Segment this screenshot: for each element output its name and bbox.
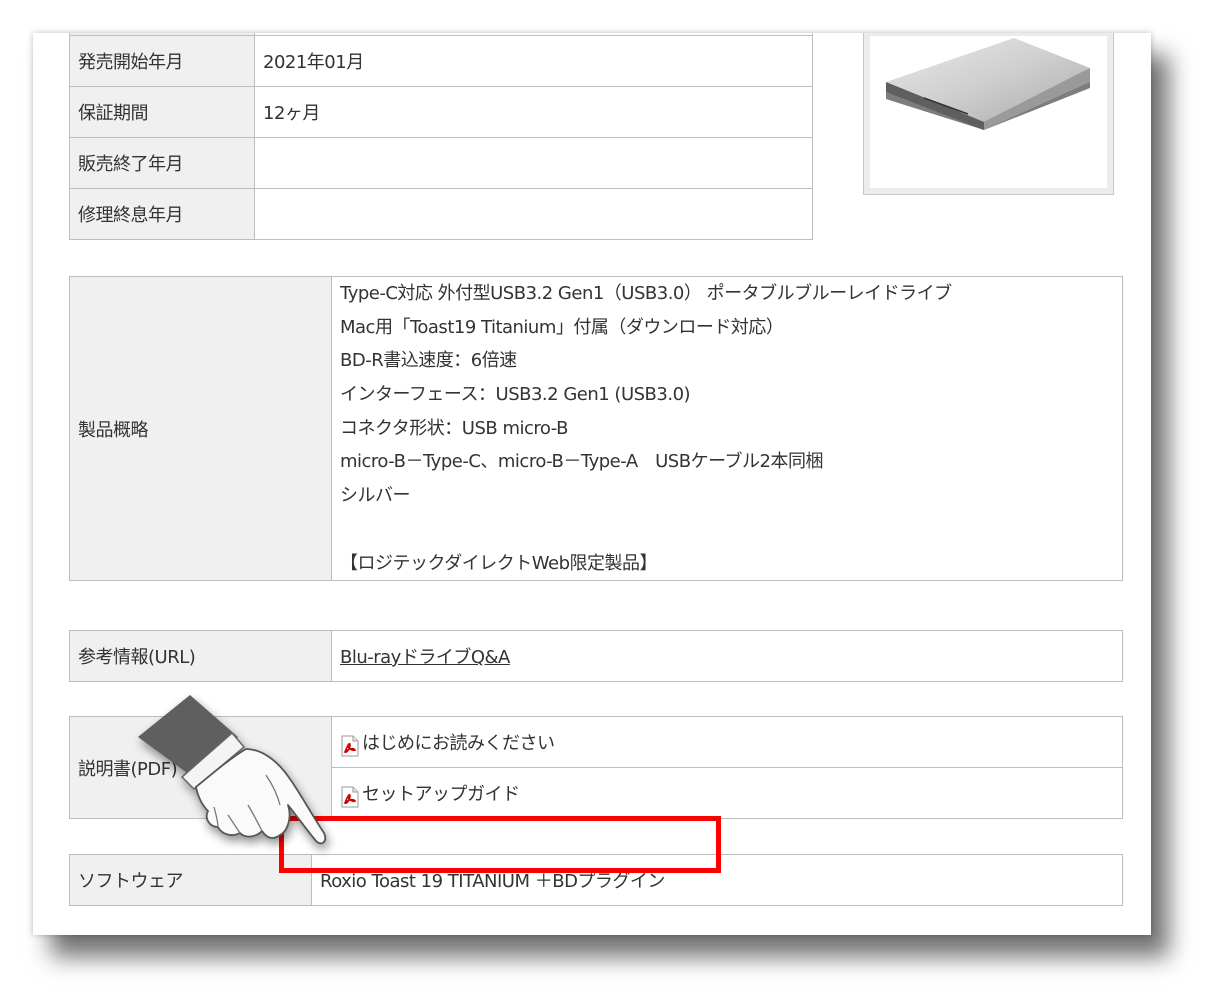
manuals-label: 説明書(PDF) (69, 716, 332, 819)
table-row: 発売開始年月 2021年01月 (69, 35, 813, 87)
release-date-value: 2021年01月 (254, 35, 813, 87)
warranty-value: 12ヶ月 (254, 86, 813, 138)
summary-line: BD-R書込速度：6倍速 (340, 350, 517, 372)
summary-label: 製品概略 (69, 275, 332, 582)
spec-table: 発売開始年月 2021年01月 保証期間 12ヶ月 販売終了年月 修理終息年月 (69, 33, 813, 240)
manuals-table: 説明書(PDF) はじめにお読みください セットアップガイド (69, 716, 1123, 819)
table-row: ソフトウェア Roxio Toast 19 TITANIUM ＋BDプラグイン (69, 854, 1123, 906)
summary-table: 製品概略 Type-C対応 外付型USB3.2 Gen1（USB3.0） ポータ… (69, 275, 1123, 582)
sales-end-label: 販売終了年月 (69, 137, 255, 189)
table-row: 修理終息年月 (69, 188, 813, 240)
manual-item[interactable]: セットアップガイド (331, 767, 1123, 819)
summary-line: Type-C対応 外付型USB3.2 Gen1（USB3.0） ポータブルブルー… (340, 283, 952, 304)
table-row: 製品概略 Type-C対応 外付型USB3.2 Gen1（USB3.0） ポータ… (69, 275, 1123, 582)
manual-title[interactable]: はじめにお読みください (362, 733, 555, 754)
table-row: 保証期間 12ヶ月 (69, 86, 813, 138)
sales-end-value (254, 137, 813, 189)
summary-line: 【ロジテックダイレクトWeb限定製品】 (340, 552, 658, 574)
summary-line (340, 513, 1114, 547)
summary-line: インターフェース：USB3.2 Gen1 (USB3.0) (340, 384, 691, 406)
screenshot-panel: 発売開始年月 2021年01月 保証期間 12ヶ月 販売終了年月 修理終息年月 (33, 33, 1151, 935)
summary-line: コネクタ形状：USB micro-B (340, 417, 568, 439)
product-image (863, 33, 1114, 195)
software-label: ソフトウェア (69, 854, 312, 906)
software-table: ソフトウェア Roxio Toast 19 TITANIUM ＋BDプラグイン (69, 854, 1123, 906)
summary-line: micro-B－Type-C、micro-B－Type-A USBケーブル2本同… (340, 451, 823, 473)
reference-label: 参考情報(URL) (69, 630, 332, 682)
manual-item[interactable]: はじめにお読みください (331, 716, 1123, 768)
manual-title[interactable]: セットアップガイド (362, 784, 520, 805)
summary-value: Type-C対応 外付型USB3.2 Gen1（USB3.0） ポータブルブルー… (331, 275, 1123, 582)
summary-line: シルバー (340, 485, 411, 507)
summary-line: Mac用「Toast19 Titanium」付属（ダウンロード対応） (340, 316, 784, 338)
release-date-label: 発売開始年月 (69, 35, 255, 87)
faq-link[interactable]: Blu-rayドライブQ&A (340, 647, 510, 668)
pdf-icon (340, 735, 360, 757)
repair-end-label: 修理終息年月 (69, 188, 255, 240)
pdf-icon (340, 786, 360, 808)
repair-end-value (254, 188, 813, 240)
table-row: 販売終了年月 (69, 137, 813, 189)
table-row: 説明書(PDF) はじめにお読みください (69, 716, 1123, 819)
warranty-label: 保証期間 (69, 86, 255, 138)
software-value: Roxio Toast 19 TITANIUM ＋BDプラグイン (311, 854, 1123, 906)
reference-table: 参考情報(URL) Blu-rayドライブQ&A (69, 630, 1123, 682)
table-row: 参考情報(URL) Blu-rayドライブQ&A (69, 630, 1123, 682)
